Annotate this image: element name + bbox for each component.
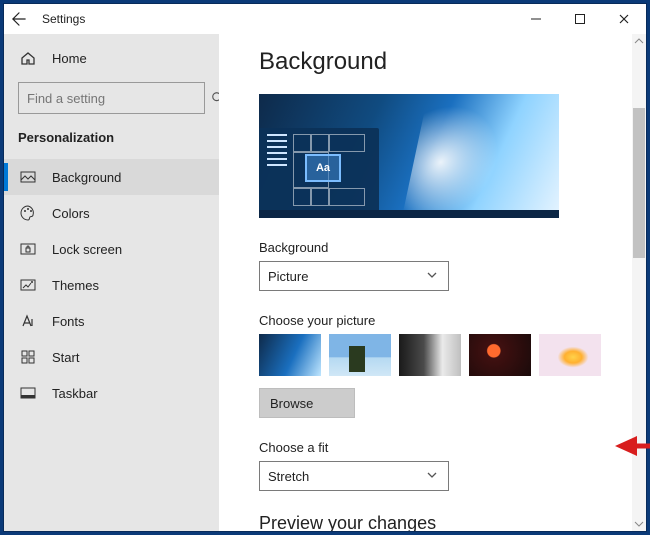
choose-picture-label: Choose your picture [259,313,610,328]
sidebar-item-label: Start [52,350,79,365]
sidebar-item-themes[interactable]: Themes [4,267,219,303]
browse-button[interactable]: Browse [259,388,355,418]
maximize-button[interactable] [558,4,602,34]
sidebar-item-label: Lock screen [52,242,122,257]
chevron-down-icon [426,469,438,484]
scrollbar-thumb[interactable] [633,108,645,258]
picture-thumb[interactable] [329,334,391,376]
minimize-button[interactable] [514,4,558,34]
maximize-icon [574,13,586,25]
scrollbar[interactable] [632,34,646,531]
taskbar-icon [18,385,38,401]
sidebar-item-fonts[interactable]: Fonts [4,303,219,339]
picture-thumbnails [259,334,610,376]
close-button[interactable] [602,4,646,34]
sidebar-item-label: Colors [52,206,90,221]
sidebar-item-label: Background [52,170,121,185]
browse-label: Browse [270,396,313,411]
arrow-left-icon [12,12,26,26]
sidebar-item-start[interactable]: Start [4,339,219,375]
sidebar-item-colors[interactable]: Colors [4,195,219,231]
sidebar-item-label: Themes [52,278,99,293]
picture-thumb[interactable] [259,334,321,376]
picture-icon [18,169,38,185]
fit-value: Stretch [268,469,309,484]
picture-thumb[interactable] [539,334,601,376]
background-dropdown[interactable]: Picture [259,261,449,291]
sidebar-list: Background Colors Lock screen [4,159,219,411]
preview-font-sample: Aa [305,154,341,182]
sidebar-category: Personalization [4,128,219,159]
fonts-icon [18,313,38,329]
colors-icon [18,205,38,221]
home-icon [18,50,38,66]
scroll-down-icon[interactable] [632,517,646,531]
sidebar-item-label: Taskbar [52,386,98,401]
settings-window: Settings Home Person [4,4,646,531]
window-title: Settings [42,12,85,26]
sidebar: Home Personalization Background [4,34,219,531]
preview-changes-heading: Preview your changes [259,513,610,531]
sidebar-home-label: Home [52,51,87,66]
sidebar-item-label: Fonts [52,314,85,329]
content-area: Background A [219,34,646,531]
page-title: Background [259,48,610,76]
search-field[interactable] [18,82,205,114]
background-label: Background [259,240,610,255]
picture-thumb[interactable] [469,334,531,376]
minimize-icon [530,13,542,25]
lock-screen-icon [18,241,38,257]
fit-dropdown[interactable]: Stretch [259,461,449,491]
picture-thumb[interactable] [399,334,461,376]
sidebar-item-home[interactable]: Home [4,40,219,76]
start-icon [18,349,38,365]
background-value: Picture [268,269,308,284]
choose-fit-label: Choose a fit [259,440,610,455]
themes-icon [18,277,38,293]
desktop-preview: Aa [259,94,559,218]
sidebar-item-lockscreen[interactable]: Lock screen [4,231,219,267]
search-input[interactable] [19,91,211,106]
scroll-up-icon[interactable] [632,34,646,48]
close-icon [618,13,630,25]
sidebar-item-taskbar[interactable]: Taskbar [4,375,219,411]
chevron-down-icon [426,269,438,284]
title-bar: Settings [4,4,646,34]
back-button[interactable] [4,4,34,34]
sidebar-item-background[interactable]: Background [4,159,219,195]
